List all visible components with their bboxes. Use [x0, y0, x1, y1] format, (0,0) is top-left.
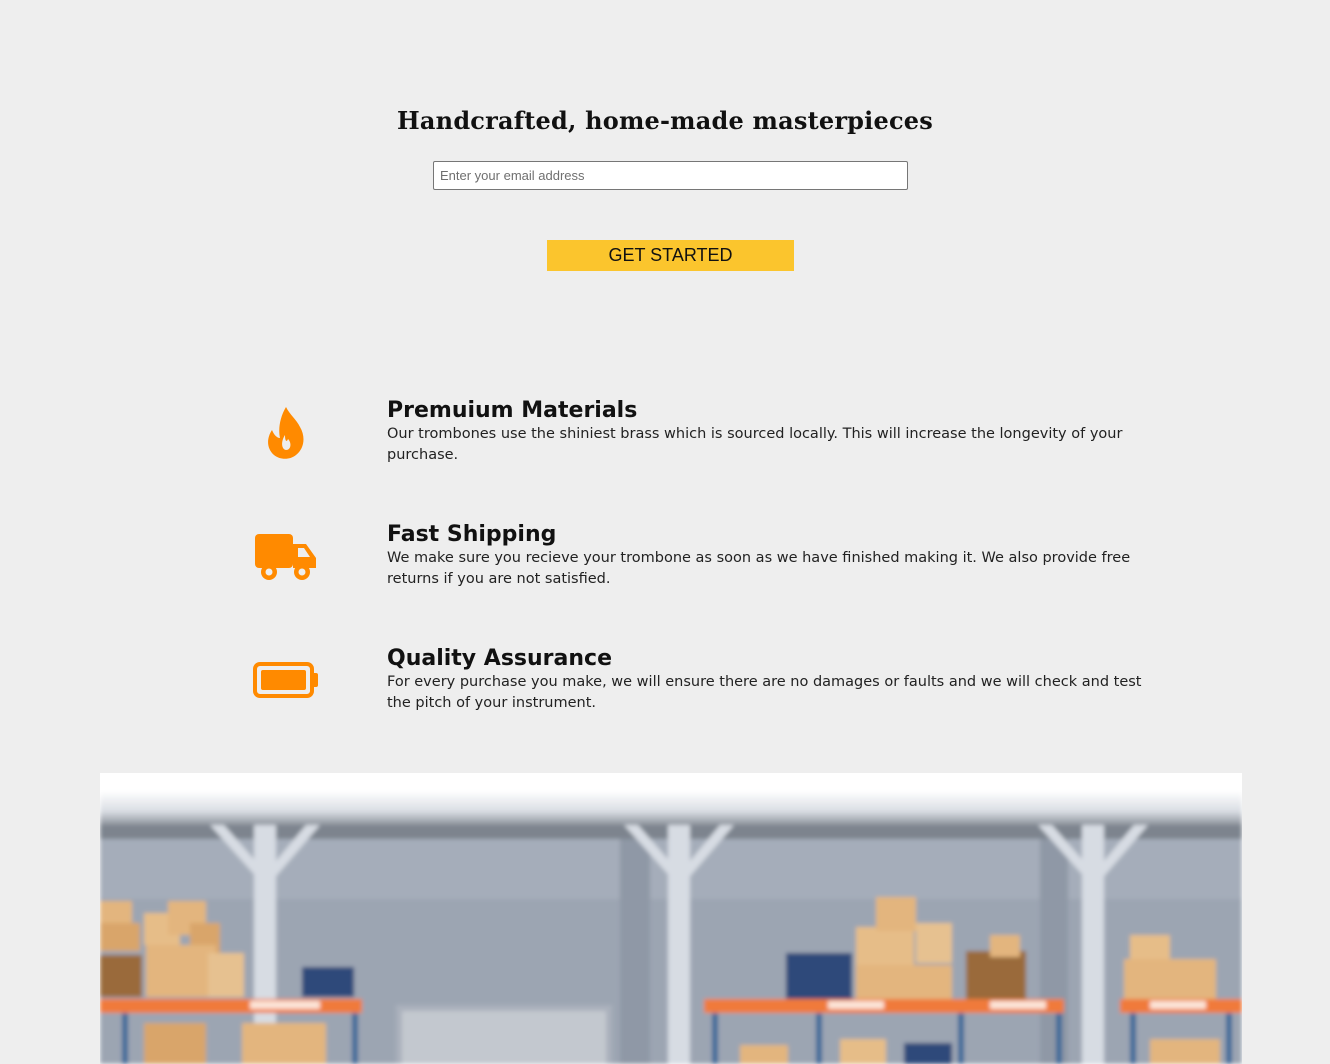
- hero-title: Handcrafted, home-made masterpieces: [397, 106, 933, 135]
- feature-text: Premuium Materials Our trombones use the…: [387, 398, 1147, 466]
- feature-title: Quality Assurance: [387, 646, 613, 671]
- battery-full-icon: [252, 646, 320, 714]
- feature-title: Fast Shipping: [387, 522, 557, 547]
- feature-description: For every purchase you make, we will ens…: [387, 674, 1142, 711]
- fire-icon: [252, 398, 320, 466]
- feature-text: Quality Assurance For every purchase you…: [387, 646, 1147, 714]
- feature-text: Fast Shipping We make sure you recieve y…: [387, 522, 1147, 590]
- get-started-button[interactable]: GET STARTED: [547, 240, 794, 271]
- truck-icon: [252, 522, 320, 590]
- feature-description: Our trombones use the shiniest brass whi…: [387, 426, 1123, 463]
- feature-title: Premuium Materials: [387, 398, 638, 423]
- feature-description: We make sure you recieve your trombone a…: [387, 550, 1131, 587]
- email-input[interactable]: [433, 161, 908, 190]
- warehouse-image: [100, 773, 1242, 1064]
